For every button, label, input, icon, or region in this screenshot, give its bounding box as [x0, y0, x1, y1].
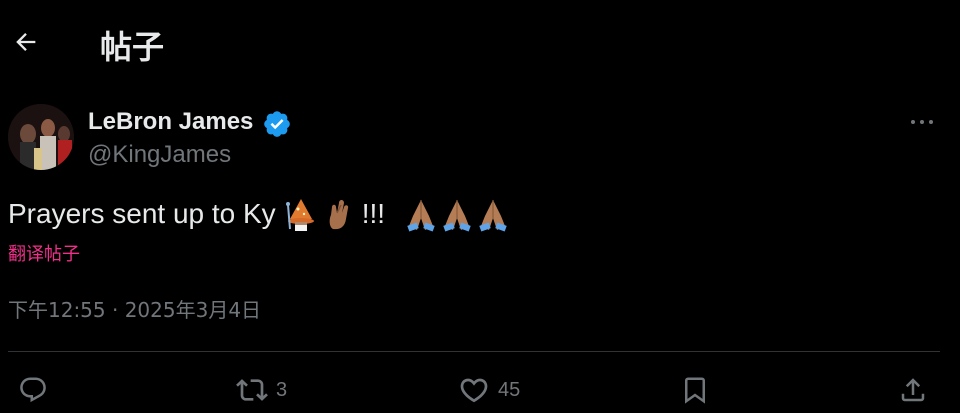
header: 帖子: [0, 0, 960, 86]
avatar-image: [8, 104, 74, 170]
more-dot-icon: [920, 120, 924, 124]
more-dot-icon: [911, 120, 915, 124]
verified-badge-icon: [264, 111, 290, 137]
wizard-emoji: [285, 199, 314, 231]
more-options-button[interactable]: [902, 108, 942, 136]
author-name[interactable]: LeBron James: [88, 108, 253, 136]
share-icon: [901, 378, 925, 402]
heart-icon: [460, 378, 488, 403]
post-timestamp[interactable]: 下午12:55 · 2025年3月4日: [8, 294, 261, 323]
repost-count: 3: [276, 378, 288, 401]
folded-hands-emoji: [479, 200, 507, 232]
bookmark-icon: [685, 377, 705, 404]
arrow-left-icon: [16, 33, 36, 51]
more-dot-icon: [929, 120, 933, 124]
repost-icon: [236, 379, 268, 401]
divider: [8, 351, 940, 352]
like-count: 45: [498, 378, 521, 401]
reply-icon: [20, 377, 46, 403]
reply-button[interactable]: [18, 372, 56, 408]
crossed-fingers-emoji: [329, 200, 348, 230]
folded-hands-emoji: [443, 200, 471, 232]
translate-post-link[interactable]: 翻译帖子: [8, 240, 80, 266]
repost-button[interactable]: 3: [236, 372, 287, 408]
post-text: Prayers sent up to Ky !!!: [8, 196, 511, 232]
page-title: 帖子: [100, 28, 165, 66]
share-button[interactable]: [898, 372, 928, 408]
post-text-body: Prayers sent up to Ky: [8, 198, 276, 229]
post-text-exclaim: !!!: [361, 198, 386, 229]
post-detail-page: 帖子 LeBron James @KingJames Prayers sent …: [0, 0, 960, 413]
avatar[interactable]: [8, 104, 74, 170]
author-handle[interactable]: @KingJames: [88, 141, 231, 169]
bookmark-button[interactable]: [680, 372, 710, 408]
like-button[interactable]: 45: [458, 372, 520, 408]
back-button[interactable]: [8, 24, 44, 60]
folded-hands-emoji: [407, 200, 435, 232]
